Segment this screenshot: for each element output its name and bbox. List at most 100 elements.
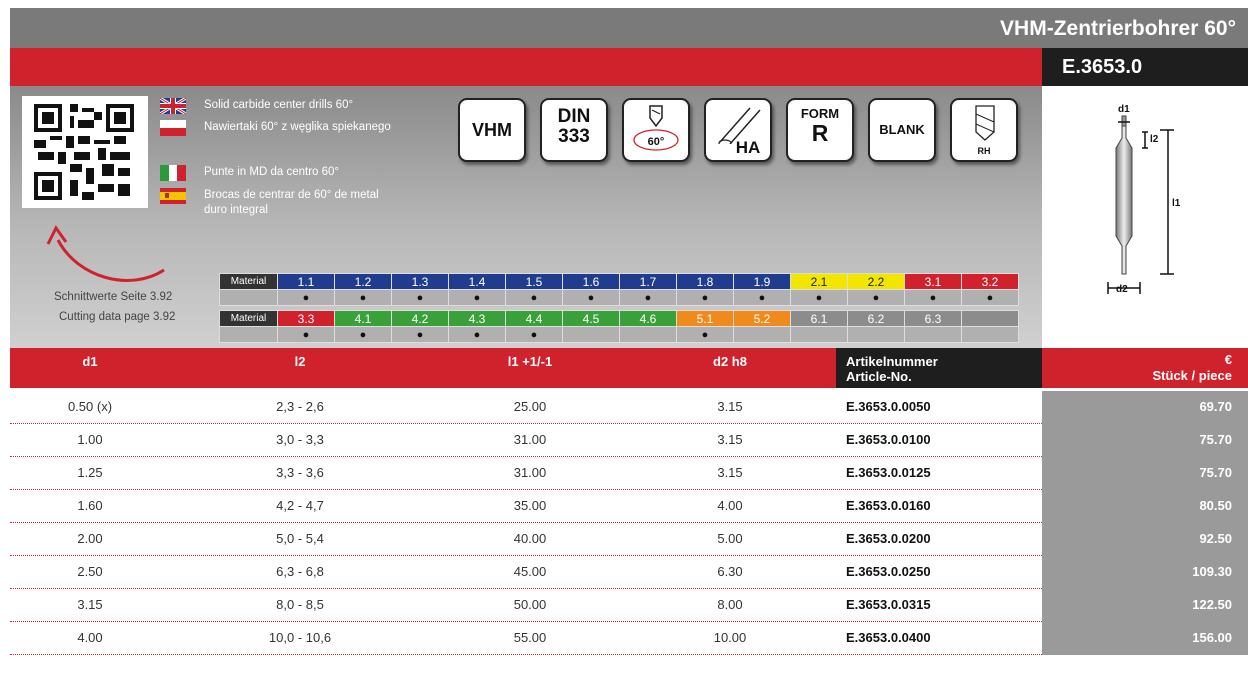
material-dot bbox=[619, 326, 677, 343]
material-dot: ● bbox=[790, 289, 848, 306]
material-dot bbox=[961, 326, 1019, 343]
material-dot bbox=[847, 326, 905, 343]
material-dot bbox=[562, 326, 620, 343]
material-code: 1.1 bbox=[277, 273, 335, 290]
cell-d2: 3.15 bbox=[717, 399, 743, 414]
material-dot: ● bbox=[277, 326, 335, 343]
material-code: 4.1 bbox=[334, 310, 392, 327]
material-dot: ● bbox=[847, 289, 905, 306]
cell-d2: 3.15 bbox=[717, 432, 743, 447]
table-row: 1.60 4,2 - 4,7 35.00 4.00 E.3653.0.0160 80.50 bbox=[10, 490, 1248, 523]
table-row: 1.00 3,0 - 3,3 31.00 3.15 E.3653.0.0100 75.70 bbox=[10, 424, 1248, 457]
table-row: 4.00 10,0 - 10,6 55.00 10.00 E.3653.0.0400 15… bbox=[10, 622, 1248, 655]
cell-price: 80.50 bbox=[1199, 498, 1232, 513]
lang-it-text: Punte in MD da centro 60° bbox=[204, 166, 340, 178]
material-code: 4.5 bbox=[562, 310, 620, 327]
header-d2: d2 h8 bbox=[713, 354, 747, 369]
cell-l1: 25.00 bbox=[513, 399, 547, 414]
table-row: 2.50 6,3 - 6,8 45.00 6.30 E.3653.0.0250 109.3… bbox=[10, 556, 1248, 589]
cell-l1: 45.00 bbox=[513, 564, 547, 579]
cell-price: 92.50 bbox=[1199, 531, 1232, 546]
material-code: 1.9 bbox=[733, 273, 791, 290]
material-code: 3.2 bbox=[961, 273, 1019, 290]
header-article-bg: Artikelnummer Article-No. bbox=[836, 348, 1042, 388]
material-code: 1.8 bbox=[676, 273, 734, 290]
cell-price: 156.00 bbox=[1192, 630, 1232, 645]
material-code: 5.1 bbox=[676, 310, 734, 327]
cell-article-number[interactable]: E.3653.0.0200 bbox=[846, 531, 931, 546]
cell-article-number[interactable]: E.3653.0.0315 bbox=[846, 597, 931, 612]
price-cell: 109.30 bbox=[1042, 556, 1248, 589]
material-code: 6.1 bbox=[790, 310, 848, 327]
cell-l1: 31.00 bbox=[513, 465, 547, 480]
technical-drawing: d1 l2 l1 d2 bbox=[1042, 86, 1248, 348]
material-code: 3.3 bbox=[277, 310, 335, 327]
l2-label: l2 bbox=[1150, 134, 1159, 145]
price-cell: 92.50 bbox=[1042, 523, 1248, 556]
es-flag-icon bbox=[160, 188, 186, 204]
table-row: 2.00 5,0 - 5,4 40.00 5.00 E.3653.0.0200 92.50 bbox=[10, 523, 1248, 556]
material-code bbox=[961, 310, 1019, 327]
header-article-en: Article-No. bbox=[846, 369, 912, 384]
cell-l2: 8,0 - 8,5 bbox=[276, 597, 324, 612]
material-dot: ● bbox=[676, 289, 734, 306]
cell-l2: 3,0 - 3,3 bbox=[276, 432, 324, 447]
cell-article-number[interactable]: E.3653.0.0100 bbox=[846, 432, 931, 447]
cell-d1: 2.00 bbox=[77, 531, 103, 546]
cell-d1: 2.50 bbox=[77, 564, 103, 579]
cell-d1: 0.50 (x) bbox=[67, 399, 113, 414]
material-dot: ● bbox=[334, 326, 392, 343]
accent-bar bbox=[10, 48, 1042, 86]
table-row: 3.15 8,0 - 8,5 50.00 8.00 E.3653.0.0315 122.5… bbox=[10, 589, 1248, 622]
material-dot: ● bbox=[562, 289, 620, 306]
material-code: 4.2 bbox=[391, 310, 449, 327]
material-dot: ● bbox=[961, 289, 1019, 306]
material-dot: ● bbox=[391, 289, 449, 306]
material-dot bbox=[790, 326, 848, 343]
lang-pl-text: Nawiertaki 60° z węglika spiekanego bbox=[204, 121, 391, 133]
cutting-data-en: Cutting data page 3.92 bbox=[59, 311, 176, 323]
cell-article-number[interactable]: E.3653.0.0125 bbox=[846, 465, 931, 480]
rh-icon: RH bbox=[950, 98, 1018, 162]
price-cell: 75.70 bbox=[1042, 424, 1248, 457]
cell-price: 122.50 bbox=[1192, 597, 1232, 612]
vhm-icon: VHM bbox=[458, 98, 526, 162]
material-code: 1.7 bbox=[619, 273, 677, 290]
cell-l2: 6,3 - 6,8 bbox=[276, 564, 324, 579]
cell-d2: 8.00 bbox=[717, 597, 743, 612]
cell-d1: 4.00 bbox=[77, 630, 103, 645]
table-row: 0.50 (x) 2,3 - 2,6 25.00 3.15 E.3653.0.0050 6… bbox=[10, 391, 1248, 424]
cell-d1: 1.00 bbox=[77, 432, 103, 447]
pl-flag-icon bbox=[160, 120, 186, 136]
material-code: 6.3 bbox=[904, 310, 962, 327]
cell-article-number[interactable]: E.3653.0.0250 bbox=[846, 564, 931, 579]
cell-d2: 5.00 bbox=[717, 531, 743, 546]
l1-label: l1 bbox=[1172, 198, 1181, 209]
lang-en-text: Solid carbide center drills 60° bbox=[204, 99, 354, 111]
material-dot: ● bbox=[733, 289, 791, 306]
cell-article-number[interactable]: E.3653.0.0400 bbox=[846, 630, 931, 645]
material-code: 2.1 bbox=[790, 273, 848, 290]
table-row: 1.25 3,3 - 3,6 31.00 3.15 E.3653.0.0125 75.70 bbox=[10, 457, 1248, 490]
cell-article-number[interactable]: E.3653.0.0050 bbox=[846, 399, 931, 414]
cell-l2: 5,0 - 5,4 bbox=[276, 531, 324, 546]
cell-d1: 1.25 bbox=[77, 465, 103, 480]
cell-article-number[interactable]: E.3653.0.0160 bbox=[846, 498, 931, 513]
header-article-de: Artikelnummer bbox=[846, 354, 938, 369]
material-code: 6.2 bbox=[847, 310, 905, 327]
qr-code[interactable] bbox=[22, 96, 148, 208]
cell-price: 69.70 bbox=[1199, 399, 1232, 414]
d2-label: d2 bbox=[1116, 284, 1128, 295]
cell-d2: 10.00 bbox=[713, 630, 747, 645]
form-r-icon: FORM R bbox=[786, 98, 854, 162]
material-code: 4.4 bbox=[505, 310, 563, 327]
cell-l1: 40.00 bbox=[513, 531, 547, 546]
cell-l2: 2,3 - 2,6 bbox=[276, 399, 324, 414]
material-dot: ● bbox=[619, 289, 677, 306]
material-label: Material bbox=[219, 273, 278, 290]
center-drill-drawing: d1 l2 l1 d2 bbox=[1107, 104, 1181, 295]
material-code: 1.6 bbox=[562, 273, 620, 290]
material-dot: ● bbox=[277, 289, 335, 306]
title-bar: VHM-Zentrierbohrer 60° bbox=[10, 8, 1248, 48]
material-code: 5.2 bbox=[733, 310, 791, 327]
